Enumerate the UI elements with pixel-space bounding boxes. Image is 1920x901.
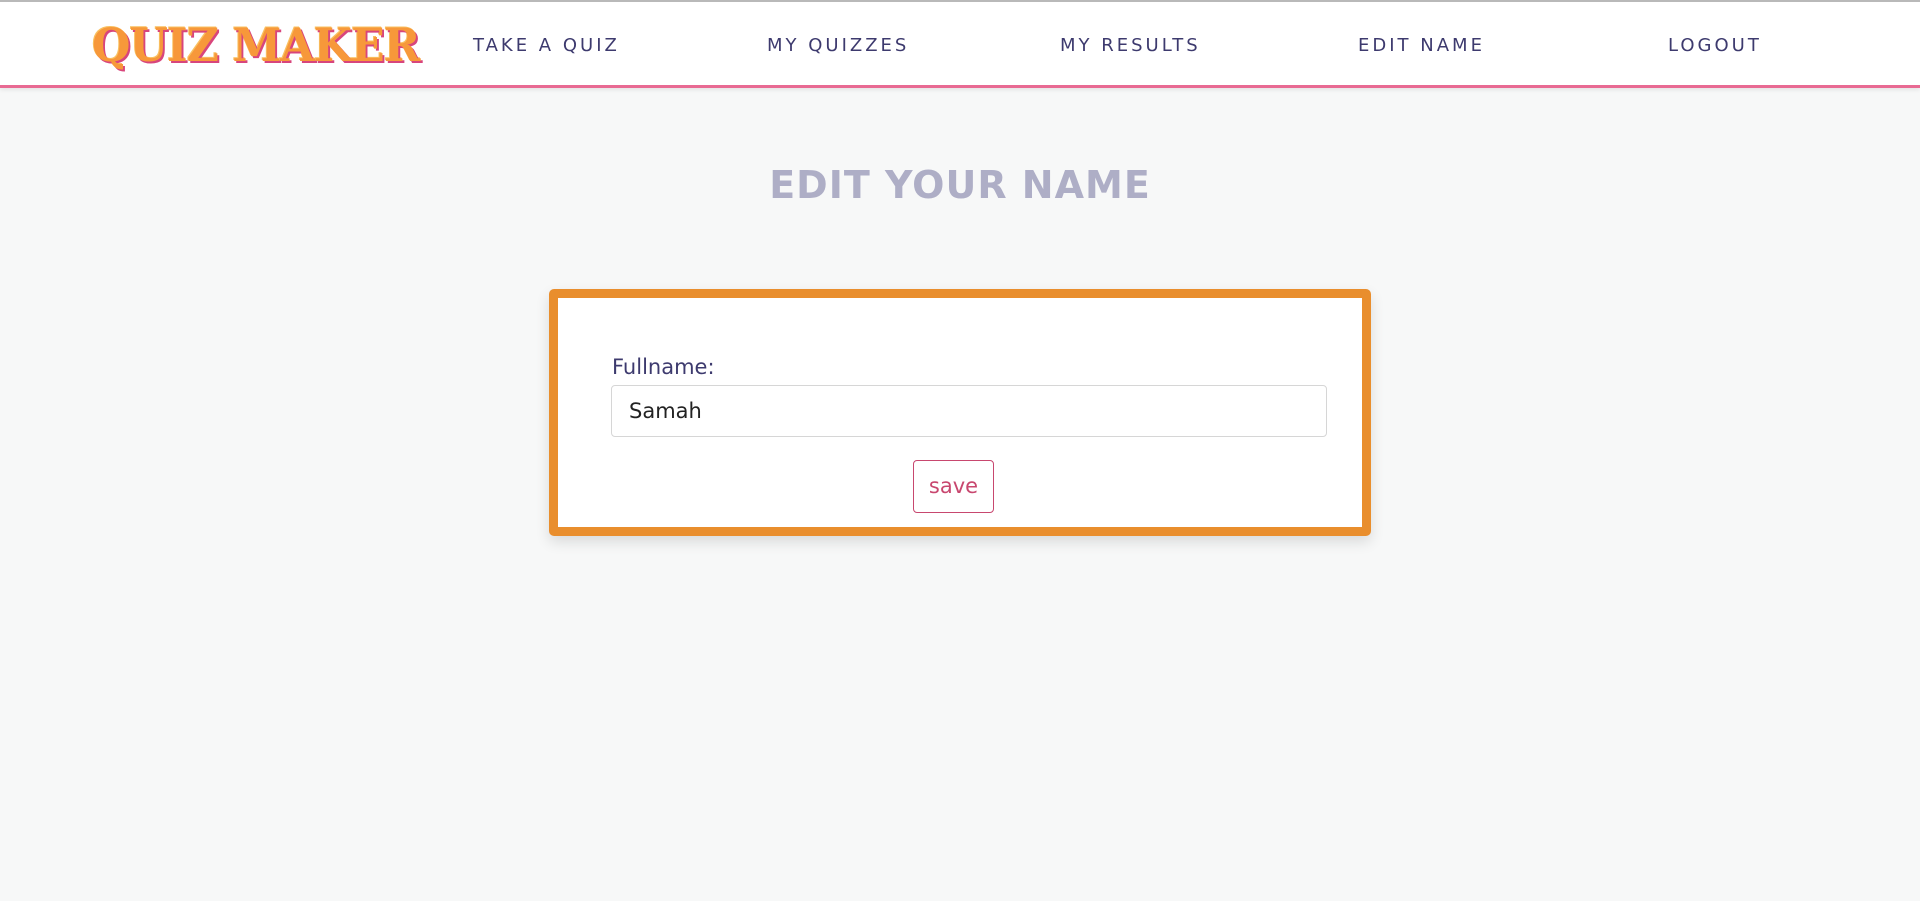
nav-my-results[interactable]: MY RESULTS xyxy=(1060,35,1201,57)
nav-logout[interactable]: LOGOUT xyxy=(1668,35,1762,57)
page-title: EDIT YOUR NAME xyxy=(769,163,1151,207)
fullname-input[interactable] xyxy=(611,385,1327,437)
edit-name-form-card: Fullname: save xyxy=(549,289,1371,536)
top-navbar: QUIZ MAKER TAKE A QUIZ MY QUIZZES MY RES… xyxy=(0,0,1920,88)
quiz-maker-logo[interactable]: QUIZ MAKER xyxy=(92,17,421,73)
fullname-label: Fullname: xyxy=(612,355,715,379)
nav-take-a-quiz[interactable]: TAKE A QUIZ xyxy=(473,35,620,57)
save-button[interactable]: save xyxy=(913,460,994,513)
nav-edit-name[interactable]: EDIT NAME xyxy=(1358,35,1485,57)
nav-my-quizzes[interactable]: MY QUIZZES xyxy=(767,35,909,57)
